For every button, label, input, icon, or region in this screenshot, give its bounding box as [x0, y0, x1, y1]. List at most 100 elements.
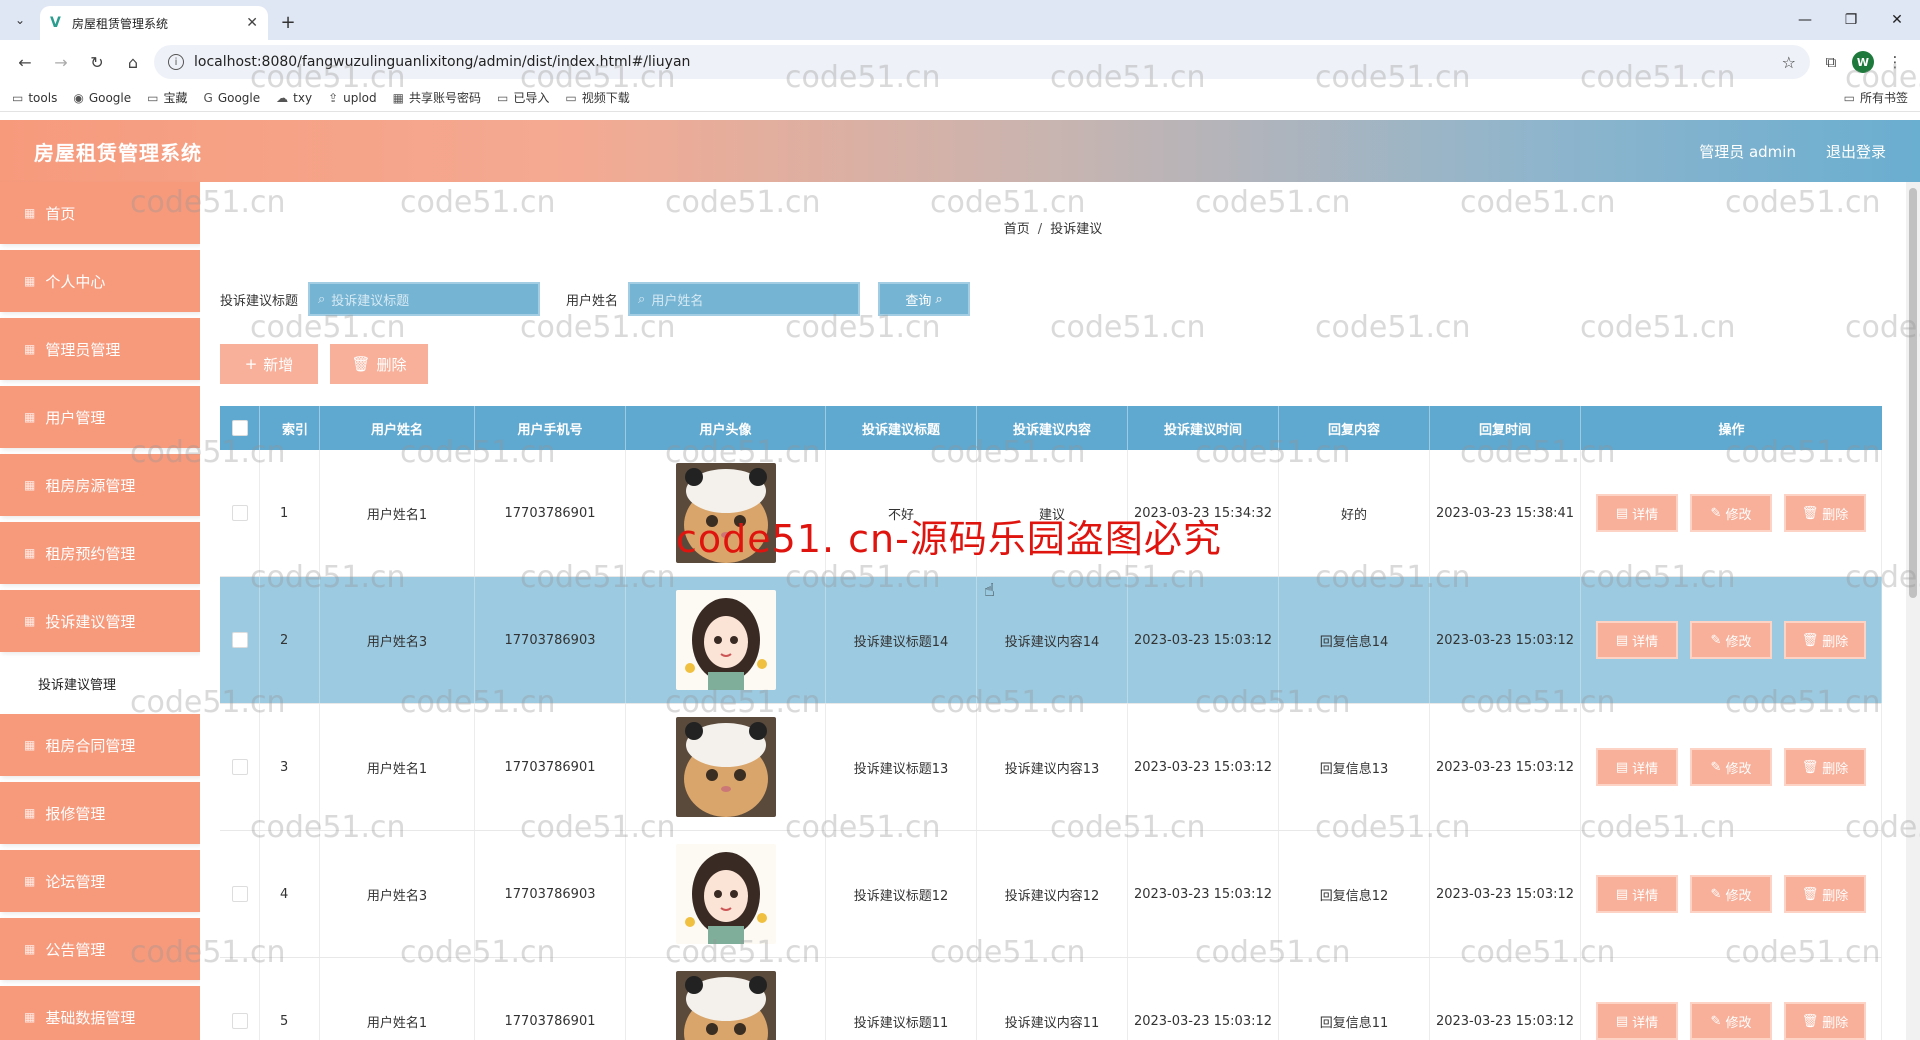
- home-icon[interactable]: ⌂: [118, 47, 148, 77]
- sidebar-item-users[interactable]: ▦ 用户管理: [0, 386, 200, 448]
- globe-icon: ◉: [73, 90, 84, 105]
- edit-button[interactable]: ✎ 修改: [1690, 748, 1772, 786]
- detail-button[interactable]: ▤ 详情: [1596, 494, 1678, 532]
- detail-button[interactable]: ▤ 详情: [1596, 875, 1678, 913]
- col-header: 操作: [1718, 422, 1745, 438]
- cell-time: 2023-03-23 15:03:12: [1128, 577, 1279, 703]
- table-row[interactable]: 4 用户姓名3 17703786903 投诉建议标题12 投诉建议内容12 20…: [220, 831, 1882, 958]
- trash-icon: 🗑: [1801, 1013, 1819, 1029]
- delete-button[interactable]: 🗑 删除: [1784, 875, 1866, 913]
- delete-button[interactable]: 🗑 删除: [1784, 621, 1866, 659]
- profile-avatar[interactable]: W: [1852, 51, 1874, 73]
- forward-icon[interactable]: →: [46, 47, 76, 77]
- plus-icon: +: [244, 355, 258, 373]
- bookmark-item[interactable]: G Google: [204, 91, 261, 105]
- new-tab-icon[interactable]: +: [274, 8, 302, 36]
- menu-icon: ▦: [24, 738, 36, 752]
- bookmark-item[interactable]: ▭ 已导入: [497, 89, 549, 106]
- edit-button[interactable]: ✎ 修改: [1690, 494, 1772, 532]
- bookmark-item[interactable]: ▭ 视频下载: [565, 89, 629, 106]
- delete-button[interactable]: 🗑 删除: [1784, 494, 1866, 532]
- tab-title: 房屋租赁管理系统: [72, 16, 169, 31]
- edit-button[interactable]: ✎ 修改: [1690, 1002, 1772, 1040]
- sidebar-item-houses[interactable]: ▦ 租房房源管理: [0, 454, 200, 516]
- sidebar-item-forum[interactable]: ▦ 论坛管理: [0, 850, 200, 912]
- sidebar-item-admins[interactable]: ▦ 管理员管理: [0, 318, 200, 380]
- row-checkbox[interactable]: [231, 759, 248, 775]
- select-all-checkbox[interactable]: [231, 420, 248, 436]
- sidebar-item-profile[interactable]: ▦ 个人中心: [0, 250, 200, 312]
- sidebar-item-complaints[interactable]: ▦ 投诉建议管理: [0, 590, 200, 652]
- cell-reply-time: 2023-03-23 15:38:41: [1430, 450, 1581, 576]
- bookmark-item[interactable]: ☁ txy: [276, 91, 312, 105]
- scroll-thumb[interactable]: [1909, 188, 1917, 598]
- menu-kebab-icon[interactable]: ⋮: [1880, 47, 1910, 77]
- bookmark-star-icon[interactable]: ☆: [1782, 53, 1796, 72]
- document-icon: ▤: [1615, 759, 1629, 775]
- menu-icon: ▦: [24, 546, 36, 560]
- window-controls: — ❐ ✕: [1782, 0, 1920, 40]
- name-search-input[interactable]: ⌕ 用户姓名: [628, 282, 861, 316]
- row-checkbox[interactable]: [231, 1013, 248, 1029]
- row-checkbox[interactable]: [231, 632, 248, 648]
- bookmark-item[interactable]: ◉ Google: [73, 91, 131, 105]
- pencil-icon: ✎: [1710, 1013, 1722, 1029]
- table-row[interactable]: 2 用户姓名3 17703786903 投诉建议标题14 投诉建议内容14 20…: [220, 577, 1882, 704]
- tab-close-icon[interactable]: ✕: [246, 15, 258, 31]
- sidebar-item-basedata[interactable]: ▦ 基础数据管理: [0, 986, 200, 1040]
- cell-index: 3: [260, 704, 320, 830]
- menu-icon: ▦: [24, 874, 36, 888]
- detail-button[interactable]: ▤ 详情: [1596, 748, 1678, 786]
- detail-button[interactable]: ▤ 详情: [1596, 1002, 1678, 1040]
- title-search-input[interactable]: ⌕ 投诉建议标题: [308, 282, 541, 316]
- avatar: [675, 971, 776, 1040]
- reload-icon[interactable]: ↻: [82, 47, 112, 77]
- cell-reply: 好的: [1279, 450, 1430, 576]
- sidebar-item-repairs[interactable]: ▦ 报修管理: [0, 782, 200, 844]
- table-row[interactable]: 5 用户姓名1 17703786901 投诉建议标题11 投诉建议内容11 20…: [220, 958, 1882, 1040]
- col-header: 用户姓名: [320, 406, 475, 450]
- cell-index: 4: [260, 831, 320, 957]
- delete-button[interactable]: 🗑 删除: [1784, 748, 1866, 786]
- complaints-table: 索引 用户姓名 用户手机号 用户头像 投诉建议标题 投诉建议内容 投诉建议时间 …: [220, 406, 1882, 1040]
- sidebar-item-reservations[interactable]: ▦ 租房预约管理: [0, 522, 200, 584]
- detail-button[interactable]: ▤ 详情: [1596, 621, 1678, 659]
- cell-title: 投诉建议标题11: [826, 958, 977, 1040]
- back-icon[interactable]: ←: [10, 47, 40, 77]
- delete-button[interactable]: 🗑 删除: [1784, 1002, 1866, 1040]
- cloud-icon: ☁: [276, 90, 289, 105]
- extensions-icon[interactable]: ⧉: [1816, 47, 1846, 77]
- submenu-complaints[interactable]: 投诉建议管理: [0, 658, 200, 708]
- batch-delete-button[interactable]: 🗑 删除: [330, 344, 428, 384]
- edit-button[interactable]: ✎ 修改: [1690, 621, 1772, 659]
- bookmark-item[interactable]: ▦ 共享账号密码: [393, 89, 481, 106]
- query-button[interactable]: 查询 ⌕: [878, 282, 971, 316]
- cell-phone: 17703786901: [475, 958, 626, 1040]
- bookmark-item[interactable]: ▭ tools: [12, 91, 57, 105]
- sidebar-item-home[interactable]: ▦ 首页: [0, 182, 200, 244]
- url-field[interactable]: i localhost:8080/fangwuzulinguanlixitong…: [154, 45, 1810, 79]
- bookmark-item[interactable]: ⇪ uplod: [328, 91, 377, 105]
- sidebar-item-notices[interactable]: ▦ 公告管理: [0, 918, 200, 980]
- tab-list-icon[interactable]: ⌄: [8, 8, 32, 32]
- window-close-icon[interactable]: ✕: [1874, 0, 1920, 40]
- trash-icon: 🗑: [1801, 886, 1819, 902]
- sidebar-item-contracts[interactable]: ▦ 租房合同管理: [0, 714, 200, 776]
- vue-favicon-icon: V: [50, 15, 61, 31]
- row-checkbox[interactable]: [231, 505, 248, 521]
- browser-tab[interactable]: V 房屋租赁管理系统 ✕: [40, 6, 268, 40]
- all-bookmarks[interactable]: ▭ 所有书签: [1844, 89, 1908, 106]
- bookmark-item[interactable]: ▭ 宝藏: [147, 89, 187, 106]
- logout-link[interactable]: 退出登录: [1826, 141, 1886, 162]
- cell-reply-time: 2023-03-23 15:03:12: [1430, 577, 1581, 703]
- edit-button[interactable]: ✎ 修改: [1690, 875, 1772, 913]
- minimize-icon[interactable]: —: [1782, 0, 1828, 40]
- add-button[interactable]: + 新增: [220, 344, 318, 384]
- site-info-icon[interactable]: i: [168, 54, 184, 70]
- restore-icon[interactable]: ❐: [1828, 0, 1874, 40]
- table-row[interactable]: 3 用户姓名1 17703786901 投诉建议标题13 投诉建议内容13 20…: [220, 704, 1882, 831]
- page-scrollbar[interactable]: [1906, 182, 1920, 1040]
- row-checkbox-cell: [220, 831, 260, 957]
- breadcrumb-home[interactable]: 首页: [1004, 222, 1030, 237]
- row-checkbox[interactable]: [231, 886, 248, 902]
